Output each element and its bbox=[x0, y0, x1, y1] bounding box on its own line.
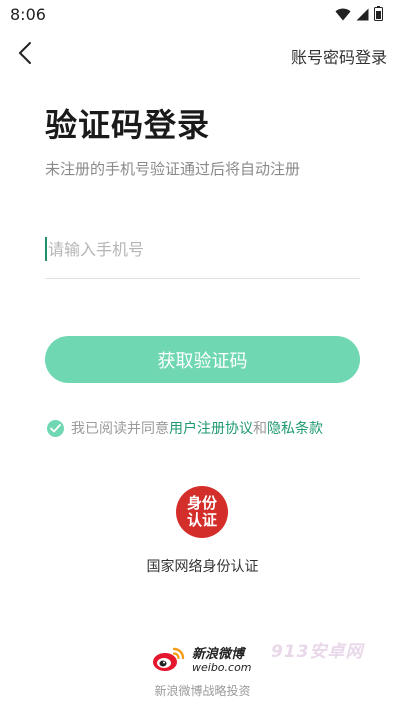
page-title: 验证码登录 bbox=[45, 106, 211, 144]
status-bar: 8:06 bbox=[0, 0, 405, 30]
weibo-eye-icon bbox=[152, 645, 186, 677]
page-subtitle: 未注册的手机号验证通过后将自动注册 bbox=[45, 160, 301, 178]
battery-icon bbox=[374, 6, 383, 25]
agreement-prefix: 我已阅读并同意 bbox=[71, 421, 169, 437]
agreement-row: 我已阅读并同意 用户注册协议 和 隐私条款 bbox=[47, 418, 323, 438]
status-time: 8:06 bbox=[10, 5, 46, 24]
get-verification-code-button[interactable]: 获取验证码 bbox=[45, 336, 360, 383]
watermark: 913安卓网 bbox=[271, 642, 364, 662]
badge-line-1: 身份 bbox=[186, 494, 217, 512]
strategic-investment-label: 新浪微博战略投资 bbox=[154, 684, 251, 698]
privacy-policy-link[interactable]: 隐私条款 bbox=[267, 418, 323, 438]
phone-field bbox=[45, 234, 360, 279]
user-agreement-link[interactable]: 用户注册协议 bbox=[169, 418, 253, 438]
back-button[interactable] bbox=[12, 40, 38, 70]
checkbox-check-icon[interactable] bbox=[47, 419, 64, 437]
status-icons bbox=[335, 6, 383, 25]
wifi-icon bbox=[335, 6, 351, 25]
weibo-logo: 新浪微博 weibo.com bbox=[152, 645, 252, 677]
account-password-login-link[interactable]: 账号密码登录 bbox=[291, 44, 387, 68]
weibo-brand-cn: 新浪微博 bbox=[192, 647, 245, 662]
badge-line-2: 认证 bbox=[186, 511, 217, 529]
signal-icon bbox=[356, 6, 369, 25]
weibo-brand-en: weibo.com bbox=[192, 661, 252, 674]
phone-input[interactable] bbox=[45, 234, 360, 264]
identity-auth-badge[interactable]: 身份 认证 bbox=[176, 486, 228, 538]
agreement-connector: 和 bbox=[253, 421, 267, 437]
identity-auth-label[interactable]: 国家网络身份认证 bbox=[0, 556, 405, 576]
chevron-left-icon bbox=[18, 41, 32, 69]
